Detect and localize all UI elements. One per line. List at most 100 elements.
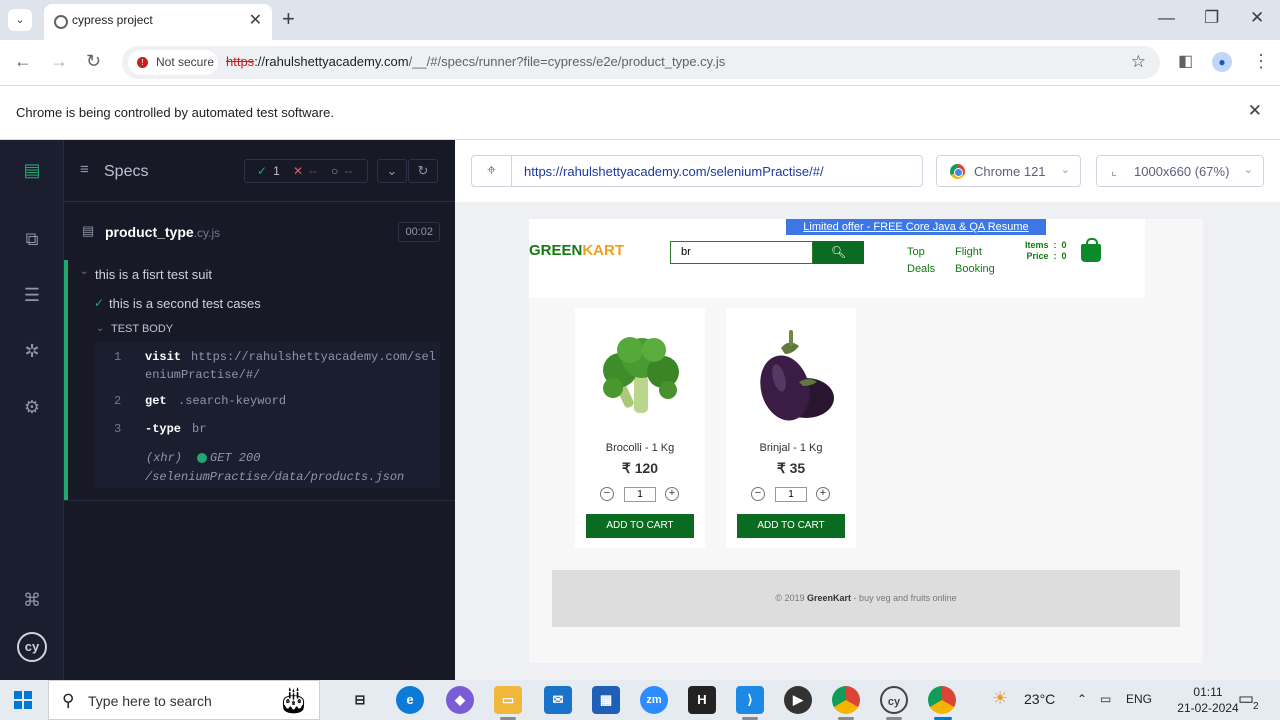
- restore-button[interactable]: ❐: [1204, 8, 1219, 28]
- task-view-icon[interactable]: ⊟: [346, 686, 374, 714]
- security-chip[interactable]: ! Not secure: [128, 50, 218, 75]
- tray-chevron-icon[interactable]: ⌃: [1077, 692, 1087, 706]
- test-body-label[interactable]: TEST BODY: [111, 323, 173, 335]
- infobar-close-icon[interactable]: ✕: [1248, 101, 1262, 121]
- browser-selector[interactable]: Chrome 121 ⌄: [936, 155, 1081, 187]
- weather-icon[interactable]: ☀: [992, 688, 1008, 709]
- side-panel-icon[interactable]: ◧: [1178, 51, 1193, 71]
- tab-strip: ⌄ cypress project ✕ + — ❐ ✕: [0, 0, 1280, 40]
- command-name[interactable]: -type: [145, 422, 181, 436]
- tab-search-button[interactable]: ⌄: [8, 9, 32, 31]
- clock[interactable]: 01:11 21-02-2024: [1170, 684, 1246, 716]
- greenkart-logo[interactable]: GREENKART: [529, 242, 624, 259]
- test-title[interactable]: this is a second test cases: [109, 296, 261, 311]
- search-icon: 🔍︎: [830, 245, 847, 259]
- minimize-button[interactable]: —: [1158, 8, 1175, 28]
- rerun-icon[interactable]: ↻: [408, 159, 438, 183]
- command-arg[interactable]: https://rahulshettyacademy.com/sel: [191, 350, 436, 364]
- notifications-icon[interactable]: ▭: [1238, 689, 1254, 709]
- test-body-chevron-icon[interactable]: ⌄: [96, 323, 104, 334]
- url-text[interactable]: https://rahulshettyacademy.com/__/#/spec…: [226, 54, 725, 69]
- selector-playground-icon[interactable]: ⌖: [471, 155, 512, 187]
- not-secure-label: Not secure: [156, 55, 215, 69]
- menu-kebab-icon[interactable]: ⋮: [1252, 51, 1270, 72]
- cart-bag-icon[interactable]: [1081, 238, 1101, 262]
- browser-tab[interactable]: cypress project ✕: [44, 4, 272, 40]
- edge-icon[interactable]: e: [396, 686, 424, 714]
- increment-button[interactable]: +: [665, 487, 679, 501]
- h-app-icon[interactable]: H: [688, 686, 716, 714]
- flight-booking-link[interactable]: Flight Booking: [955, 244, 995, 278]
- keyboard-shortcuts-icon[interactable]: ⌘: [18, 586, 46, 614]
- taskbar-search[interactable]: ⚲ Type here to search 🎂︎: [48, 680, 320, 720]
- command-arg[interactable]: br: [192, 422, 206, 436]
- weather-temp[interactable]: 23°C: [1024, 691, 1055, 707]
- footer-brand: GreenKart: [807, 593, 852, 603]
- birthday-cake-icon[interactable]: 🎂︎: [277, 685, 310, 716]
- specs-label[interactable]: Specs: [104, 163, 148, 181]
- project-icon[interactable]: ▤: [18, 156, 46, 184]
- promo-link[interactable]: Limited offer - FREE Core Java & QA Resu…: [786, 219, 1046, 249]
- browser-label: Chrome 121: [974, 164, 1046, 179]
- forward-icon[interactable]: →: [50, 51, 68, 72]
- increment-button[interactable]: +: [816, 487, 830, 501]
- greenkart-page: Limited offer - FREE Core Java & QA Resu…: [529, 219, 1203, 663]
- vscode-icon[interactable]: ⟩: [736, 686, 764, 714]
- suite-chevron-icon[interactable]: ⌄: [80, 266, 88, 277]
- search-button[interactable]: 🔍︎: [813, 241, 864, 264]
- runs-nav-icon[interactable]: ☰: [18, 281, 46, 309]
- chevron-down-icon: ⌄: [1060, 164, 1070, 176]
- viewport-label: 1000x660 (67%): [1134, 164, 1230, 179]
- xhr-label[interactable]: (xhr): [146, 451, 182, 465]
- back-icon[interactable]: ←: [14, 51, 32, 72]
- xhr-request[interactable]: GET 200: [210, 451, 260, 465]
- bookmark-star-icon[interactable]: ☆: [1131, 52, 1146, 72]
- battery-icon[interactable]: ▭: [1100, 692, 1111, 706]
- mail-icon[interactable]: ✉: [544, 686, 572, 714]
- file-explorer-icon[interactable]: ▭: [494, 686, 522, 714]
- decrement-button[interactable]: −: [751, 487, 765, 501]
- address-bar[interactable]: ! Not secure https://rahulshettyacademy.…: [122, 46, 1160, 79]
- cypress-app-icon[interactable]: cy: [880, 686, 908, 714]
- xhr-path[interactable]: /seleniumPractise/data/products.json: [145, 470, 404, 484]
- quantity-field[interactable]: 1: [624, 487, 656, 502]
- settings-gear-icon[interactable]: ⚙: [18, 393, 46, 421]
- decrement-button[interactable]: −: [600, 487, 614, 501]
- search-icon: ⚲: [62, 691, 75, 710]
- windows-start-icon[interactable]: [14, 691, 32, 709]
- aut-url-field[interactable]: https://rahulshettyacademy.com/seleniumP…: [511, 155, 923, 187]
- command-number: 1: [114, 350, 122, 364]
- broccoli-image: [590, 320, 690, 430]
- command-arg-cont[interactable]: eniumPractise/#/: [145, 368, 260, 382]
- chrome-profile-icon[interactable]: [832, 686, 860, 714]
- chrome-icon[interactable]: [928, 686, 956, 714]
- specs-nav-icon[interactable]: ⧉: [18, 225, 46, 253]
- command-arg[interactable]: .search-keyword: [178, 394, 286, 408]
- profile-avatar[interactable]: ●: [1212, 52, 1232, 72]
- browser-toolbar: ← → ↻ ! Not secure https://rahulshettyac…: [0, 40, 1280, 86]
- viewport-info[interactable]: ⌞ 1000x660 (67%) ⌄: [1096, 155, 1264, 187]
- toggle-collapse-icon[interactable]: ⌄: [377, 159, 407, 183]
- close-window-button[interactable]: ✕: [1250, 8, 1264, 28]
- tab-close-icon[interactable]: ✕: [249, 10, 262, 30]
- add-to-cart-button[interactable]: ADD TO CART: [586, 514, 694, 538]
- language-indicator[interactable]: ENG: [1126, 692, 1152, 706]
- add-to-cart-button[interactable]: ADD TO CART: [737, 514, 845, 538]
- cypress-logo-icon[interactable]: cy: [17, 632, 47, 662]
- debug-nav-icon[interactable]: ✲: [18, 337, 46, 365]
- search-keyword-input[interactable]: br: [670, 241, 813, 264]
- top-deals-link[interactable]: Top Deals: [907, 244, 935, 278]
- media-player-icon[interactable]: ▶: [784, 686, 812, 714]
- zoom-icon[interactable]: zm: [640, 686, 668, 714]
- command-name[interactable]: visit: [145, 350, 181, 364]
- store-icon[interactable]: ▦: [592, 686, 620, 714]
- command-name[interactable]: get: [145, 394, 167, 408]
- suite-title[interactable]: this is a fisrt test suit: [95, 267, 212, 282]
- command-number: 3: [114, 422, 122, 436]
- quantity-field[interactable]: 1: [775, 487, 807, 502]
- copilot-icon[interactable]: ◆: [446, 686, 474, 714]
- suite-block: ⌄ this is a fisrt test suit ✓ this is a …: [64, 260, 456, 500]
- reload-icon[interactable]: ↻: [86, 51, 101, 72]
- specs-list-icon[interactable]: ≡: [80, 161, 89, 178]
- new-tab-button[interactable]: +: [282, 6, 295, 32]
